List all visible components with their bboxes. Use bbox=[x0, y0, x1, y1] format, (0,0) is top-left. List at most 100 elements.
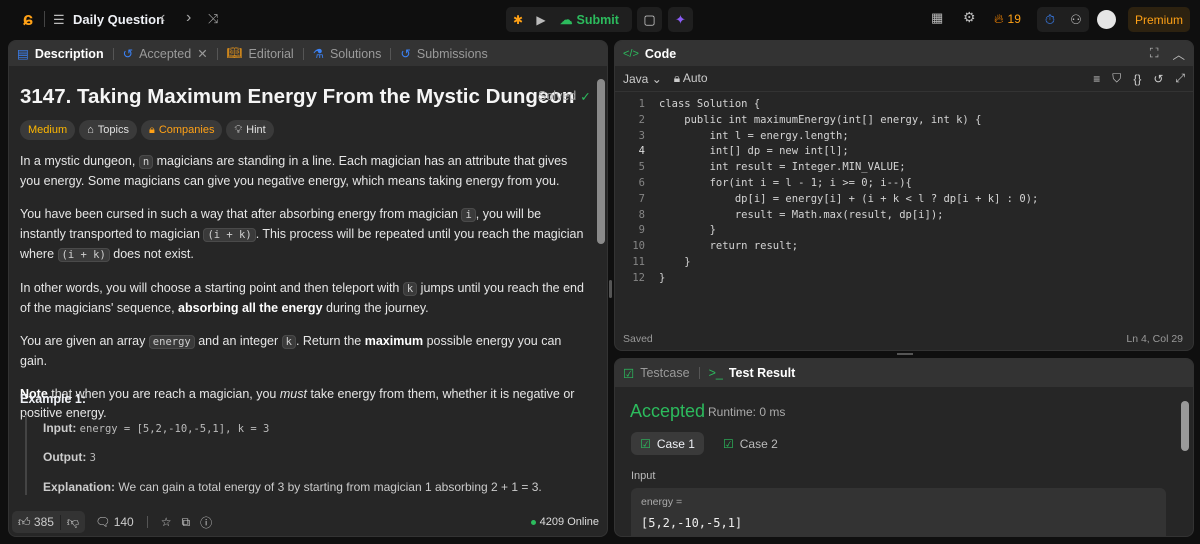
debug-icon[interactable]: ✱ bbox=[506, 13, 530, 27]
vertical-resize-handle[interactable] bbox=[609, 280, 612, 298]
problem-list-title[interactable]: Daily Question bbox=[73, 12, 164, 27]
format-icon[interactable]: ≡ bbox=[1093, 72, 1100, 86]
topics-tag[interactable]: ⌂ Topics bbox=[79, 120, 137, 140]
test-scrollbar[interactable] bbox=[1181, 389, 1189, 534]
streak-count: 19 bbox=[1007, 12, 1021, 26]
code-text: for(int i = l - 1; i >= 0; i--){ bbox=[659, 176, 912, 189]
checkbox-icon: ☑ bbox=[623, 366, 635, 381]
inline-code: k bbox=[402, 282, 418, 296]
add-friend-icon[interactable]: ⚇ bbox=[1063, 7, 1089, 32]
description-scrollbar[interactable] bbox=[597, 71, 605, 501]
layout-grid-icon[interactable]: ▦ bbox=[931, 10, 943, 26]
submit-button[interactable]: ☁ Submit bbox=[552, 12, 619, 28]
online-dot-icon bbox=[530, 519, 536, 525]
streak-counter[interactable]: 🔥︎ 19 bbox=[994, 11, 1021, 27]
history-icon: ↺ bbox=[400, 47, 411, 61]
description-panel: ▤ Description ↺ Accepted ✕ 📖︎ Editorial ⚗… bbox=[8, 40, 608, 537]
shuffle-icon[interactable]: ⤨ bbox=[208, 11, 218, 27]
code-icon: </> bbox=[623, 47, 639, 60]
description-text: In other words, you will choose a starti… bbox=[20, 281, 403, 295]
stopwatch-icon[interactable]: ⏱ bbox=[1037, 7, 1063, 32]
code-line: 1 class Solution { bbox=[615, 97, 1193, 113]
language-select[interactable]: Java ⌄ bbox=[623, 72, 662, 86]
like-button[interactable]: 👍︎ 385 bbox=[12, 515, 60, 530]
premium-button[interactable]: Premium bbox=[1128, 7, 1190, 32]
description-text: maximum bbox=[364, 334, 424, 348]
prev-problem-icon[interactable]: ‹ bbox=[160, 9, 165, 27]
autocomplete-mode[interactable]: 🔒︎ Auto bbox=[674, 71, 708, 86]
avatar[interactable] bbox=[1097, 10, 1116, 29]
help-icon[interactable]: ⓘ bbox=[200, 514, 212, 531]
horizontal-resize-handle[interactable] bbox=[897, 353, 913, 355]
settings-gear-icon[interactable]: ⚙ bbox=[963, 9, 976, 26]
star-icon[interactable]: ☆ bbox=[161, 515, 172, 529]
comments-button[interactable]: 🗨︎ 140 bbox=[95, 515, 134, 529]
top-nav: ɕ ☰ Daily Question ‹ › ⤨ ✱ ▶ ☁ Submit ▢ ✦… bbox=[0, 0, 1200, 38]
run-submit-group: ✱ ▶ ☁ Submit bbox=[506, 7, 632, 32]
code-title: Code bbox=[644, 46, 677, 61]
mode-label: Auto bbox=[682, 71, 708, 85]
leetcode-logo-icon[interactable]: ɕ bbox=[18, 8, 38, 30]
output-label: Output: bbox=[43, 450, 87, 464]
code-text: class Solution { bbox=[659, 98, 761, 110]
description-text: during the journey. bbox=[322, 301, 429, 315]
ai-sparkle-icon[interactable]: ✦ bbox=[668, 7, 693, 32]
share-icon[interactable]: ⧉ bbox=[181, 515, 190, 530]
code-line: 9 } bbox=[615, 223, 1193, 239]
code-text: } bbox=[659, 255, 691, 268]
line-number: 12 bbox=[632, 271, 645, 284]
tab-editorial[interactable]: Editorial bbox=[249, 47, 294, 61]
note-icon[interactable]: ▢ bbox=[637, 7, 662, 32]
example-explanation: We can gain a total energy of 3 by start… bbox=[118, 480, 542, 494]
explanation-label: Explanation: bbox=[43, 480, 116, 494]
verdict: Accepted bbox=[630, 401, 706, 421]
dislike-button[interactable]: 👎︎ bbox=[59, 514, 85, 530]
description-paragraph: You are given an array energy and an int… bbox=[20, 332, 590, 371]
list-icon[interactable]: ☰ bbox=[53, 12, 65, 28]
input-label: Input bbox=[631, 470, 656, 482]
next-problem-icon[interactable]: › bbox=[186, 9, 191, 27]
inline-code: (i + k) bbox=[57, 248, 110, 262]
code-text: public int maximumEnergy(int[] energy, i… bbox=[659, 113, 982, 126]
tab-submissions[interactable]: Submissions bbox=[417, 47, 488, 61]
line-number: 3 bbox=[638, 129, 645, 142]
test-tabs: ☑ Testcase >_ Test Result bbox=[615, 359, 1193, 387]
tab-testcase[interactable]: Testcase bbox=[640, 366, 689, 380]
example-output: 3 bbox=[89, 452, 96, 464]
hint-tag[interactable]: 💡︎ Hint bbox=[226, 120, 274, 140]
code-line: 10 return result; bbox=[615, 239, 1193, 255]
inline-code: energy bbox=[148, 335, 195, 349]
runtime: Runtime: 0 ms bbox=[708, 405, 786, 419]
case-2-tab[interactable]: ☑ Case 2 bbox=[723, 437, 778, 451]
case-1-tab[interactable]: ☑ Case 1 bbox=[631, 432, 704, 455]
lightbulb-icon: 💡︎ bbox=[234, 123, 243, 136]
timer-group: ⏱ ⚇ bbox=[1037, 7, 1089, 32]
example-block: Input: energy = [5,2,-10,-5,1], k = 3 Ou… bbox=[25, 415, 585, 495]
test-panel: ☑ Testcase >_ Test Result Accepted Runtime… bbox=[614, 358, 1194, 537]
line-number: 2 bbox=[638, 113, 645, 126]
problem-title[interactable]: 3147. Taking Maximum Energy From the Mys… bbox=[20, 85, 574, 109]
braces-icon[interactable]: {} bbox=[1133, 72, 1141, 86]
collapse-icon[interactable]: ︿ bbox=[1172, 44, 1185, 63]
expand-icon[interactable]: ⤢ bbox=[1175, 71, 1185, 86]
reset-icon[interactable]: ↺ bbox=[1153, 72, 1163, 86]
tab-description[interactable]: Description bbox=[35, 47, 104, 61]
run-button[interactable]: ▶ bbox=[530, 13, 552, 27]
code-text: } bbox=[659, 271, 666, 284]
description-footer: 👍︎ 385 👎︎ 🗨︎ 140 ☆ ⧉ ⓘ bbox=[12, 511, 212, 533]
bookmark-icon[interactable]: ⛉ bbox=[1112, 71, 1121, 86]
tab-test-result[interactable]: Test Result bbox=[729, 366, 795, 380]
thumbs-down-icon: 👎︎ bbox=[66, 514, 80, 529]
input-label: Input: bbox=[43, 421, 77, 435]
check-icon: ☑ bbox=[640, 436, 651, 451]
language-label: Java bbox=[623, 71, 649, 86]
close-tab-icon[interactable]: ✕ bbox=[197, 46, 207, 61]
companies-tag[interactable]: 🔒︎ Companies bbox=[140, 120, 223, 140]
check-circle-icon: ✓ bbox=[580, 90, 591, 104]
line-number: 8 bbox=[638, 208, 645, 221]
code-editor[interactable]: 1 class Solution {2 public int maximumEne… bbox=[615, 92, 1193, 287]
code-line: 5 int result = Integer.MIN_VALUE; bbox=[615, 160, 1193, 176]
tab-solutions[interactable]: Solutions bbox=[330, 47, 381, 61]
tab-accepted[interactable]: Accepted bbox=[139, 47, 191, 61]
fullscreen-icon[interactable]: ⛶ bbox=[1150, 46, 1159, 61]
